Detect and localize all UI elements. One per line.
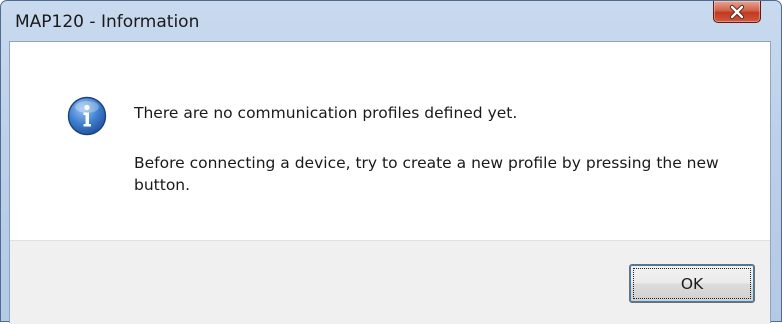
dialog-window: MAP120 - Information There are no commun… — [0, 0, 782, 324]
close-icon — [729, 4, 745, 19]
ok-button[interactable]: OK — [629, 264, 755, 303]
dialog-client-area: There are no communication profiles defi… — [9, 41, 771, 324]
information-icon — [67, 96, 107, 136]
button-bar: OK — [10, 240, 770, 324]
window-title: MAP120 - Information — [15, 12, 200, 32]
message-area: There are no communication profiles defi… — [10, 42, 770, 240]
title-bar[interactable]: MAP120 - Information — [1, 1, 781, 41]
message-secondary: Before connecting a device, try to creat… — [134, 154, 719, 194]
close-button[interactable] — [713, 1, 761, 23]
ok-button-label: OK — [633, 268, 751, 299]
message-primary: There are no communication profiles defi… — [134, 104, 518, 122]
